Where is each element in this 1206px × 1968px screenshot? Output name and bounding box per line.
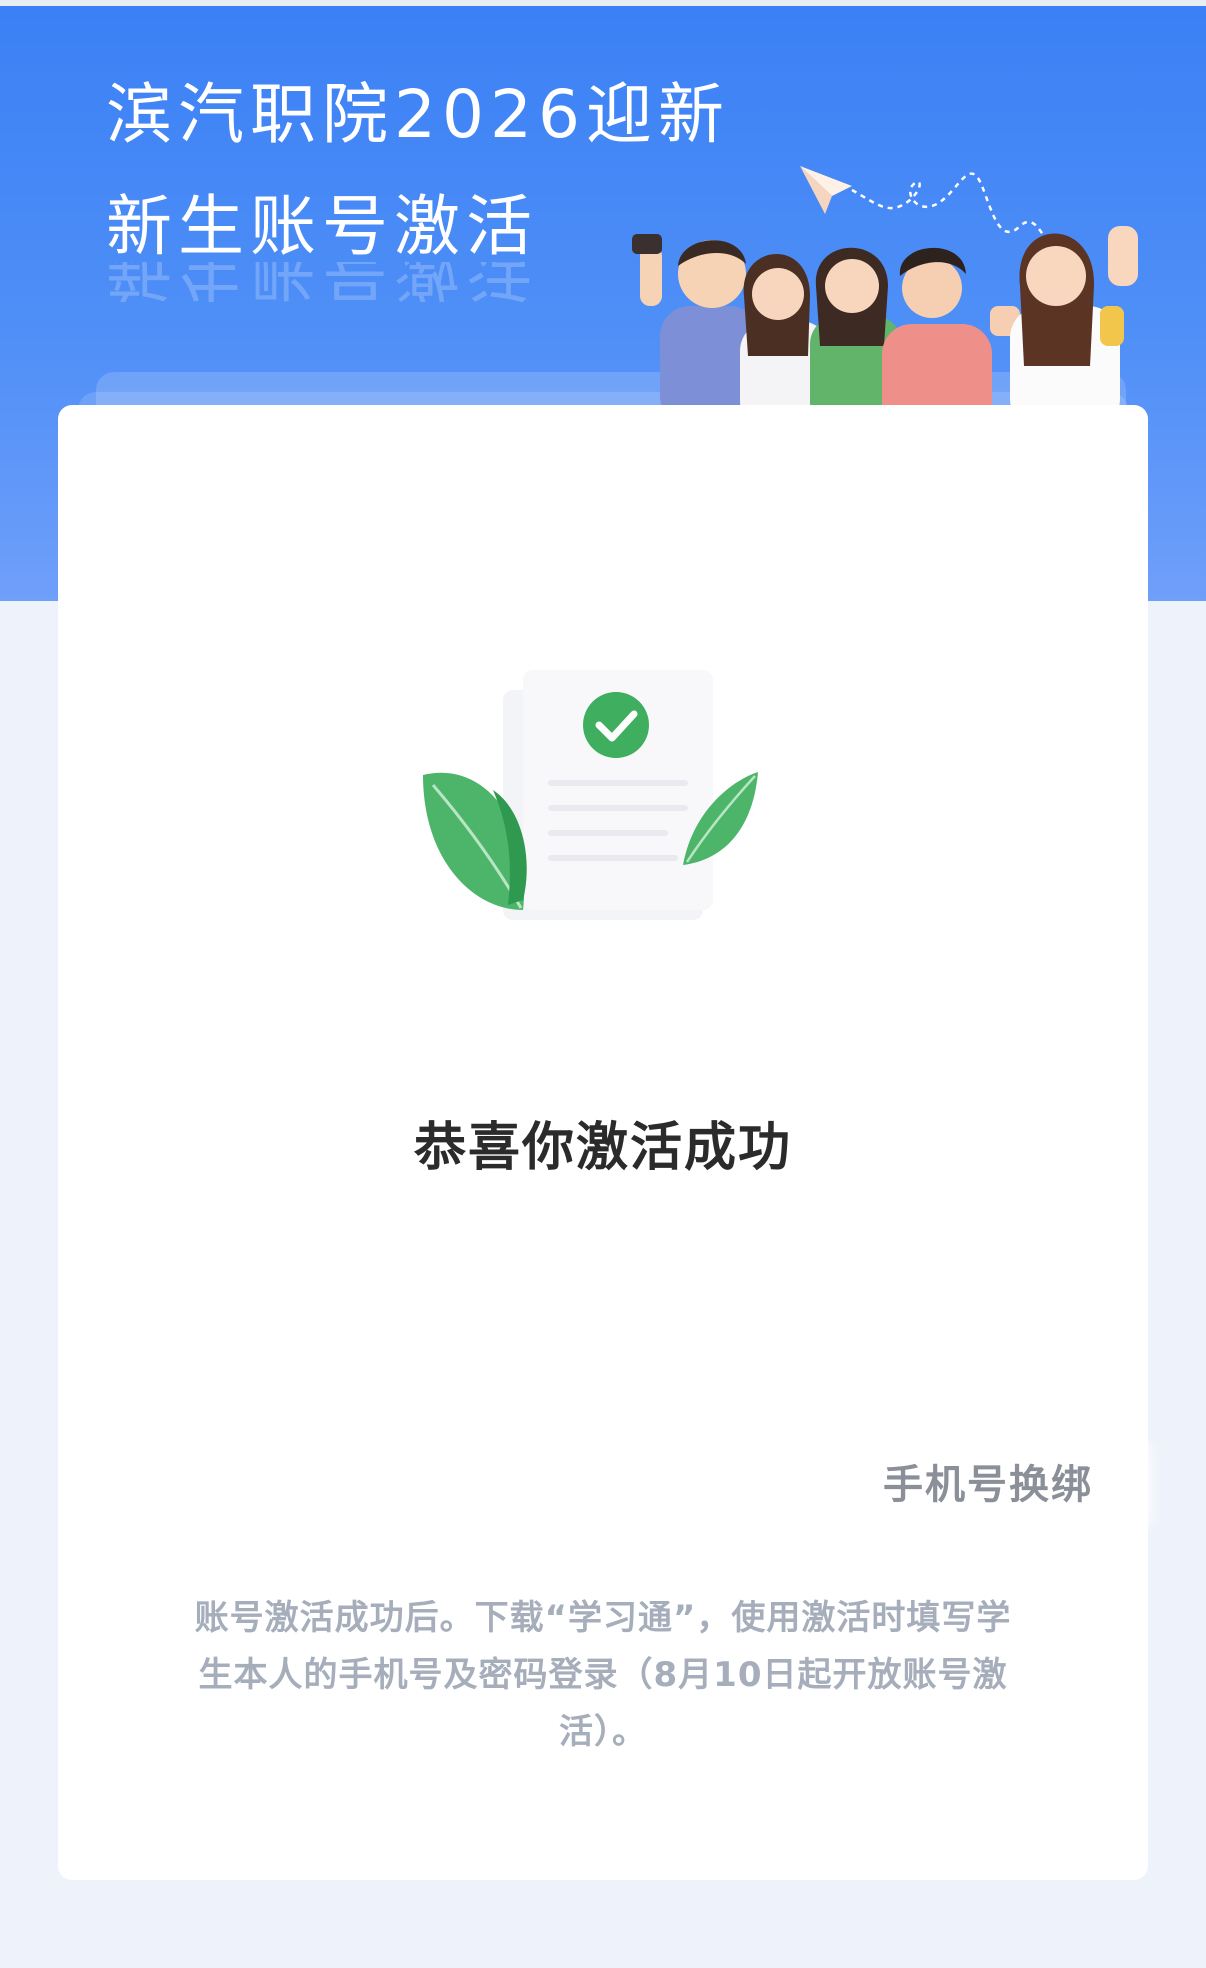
activation-notice-text: 账号激活成功后。下载“学习通”，使用激活时填写学生本人的手机号及密码登录（8月1… xyxy=(194,1598,1012,1752)
document-checkmark-leaves-illustration xyxy=(423,670,758,920)
banner-title-line1: 滨汽职院2026迎新 xyxy=(106,76,730,153)
student-5-figure xyxy=(1010,226,1138,416)
success-title: 恭喜你激活成功 xyxy=(413,1118,792,1178)
banner-title-line2: 新生账号激活 xyxy=(106,188,538,265)
result-card: 恭喜你激活成功 手机号换绑 账号激活成功后。下载“学习通”，使用激活时填写学生本… xyxy=(58,405,1148,1880)
phone-rebind-button[interactable]: 手机号换绑 xyxy=(833,1445,1143,1525)
banner-title-reflection: 新生账号激活 xyxy=(106,262,538,302)
check-circle-icon xyxy=(583,692,649,758)
paper-plane-icon xyxy=(800,166,1061,249)
student-4-figure xyxy=(882,247,1020,416)
students-group-illustration xyxy=(632,166,1138,416)
